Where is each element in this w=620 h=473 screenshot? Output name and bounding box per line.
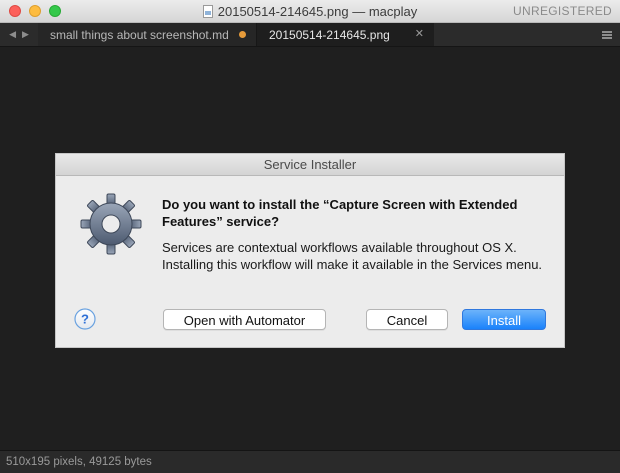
tab-screenshot-png[interactable]: 20150514-214645.png ✕ <box>257 23 434 46</box>
tab-bar: ◀ ▶ small things about screenshot.md 201… <box>0 23 620 47</box>
title-bar: 20150514-214645.png — macplay UNREGISTER… <box>0 0 620 23</box>
image-file-icon <box>202 4 213 18</box>
gear-icon <box>80 193 142 255</box>
close-window-button[interactable] <box>9 5 21 17</box>
arrow-left-icon[interactable]: ◀ <box>9 29 16 40</box>
tab-nav-arrows: ◀ ▶ <box>0 23 38 46</box>
dialog-title: Service Installer <box>56 154 564 176</box>
window-title: 20150514-214645.png — macplay <box>217 3 418 19</box>
license-status: UNREGISTERED <box>513 4 612 18</box>
dialog-body: Services are contextual workflows availa… <box>162 240 543 272</box>
hamburger-icon <box>602 30 612 39</box>
help-icon[interactable]: ? <box>74 308 96 330</box>
dialog-heading: Do you want to install the “Capture Scre… <box>162 197 518 229</box>
tab-label: small things about screenshot.md <box>50 27 229 42</box>
tab-label: 20150514-214645.png <box>269 27 390 42</box>
cancel-button[interactable]: Cancel <box>366 309 448 330</box>
arrow-right-icon[interactable]: ▶ <box>22 29 29 40</box>
tab-menu-button[interactable] <box>594 23 620 46</box>
zoom-window-button[interactable] <box>49 5 61 17</box>
unsaved-dot-icon[interactable] <box>239 31 246 38</box>
open-with-automator-button[interactable]: Open with Automator <box>163 309 326 330</box>
status-bar: 510x195 pixels, 49125 bytes <box>0 450 620 473</box>
image-info: 510x195 pixels, 49125 bytes <box>6 456 152 468</box>
service-installer-dialog: Service Installer Do you want to install… <box>55 153 565 348</box>
install-button[interactable]: Install <box>462 309 546 330</box>
svg-text:?: ? <box>81 312 89 327</box>
close-tab-icon[interactable]: ✕ <box>415 23 424 46</box>
tab-screenshot-md[interactable]: small things about screenshot.md <box>38 23 257 46</box>
minimize-window-button[interactable] <box>29 5 41 17</box>
editor-window: 20150514-214645.png — macplay UNREGISTER… <box>0 0 620 473</box>
